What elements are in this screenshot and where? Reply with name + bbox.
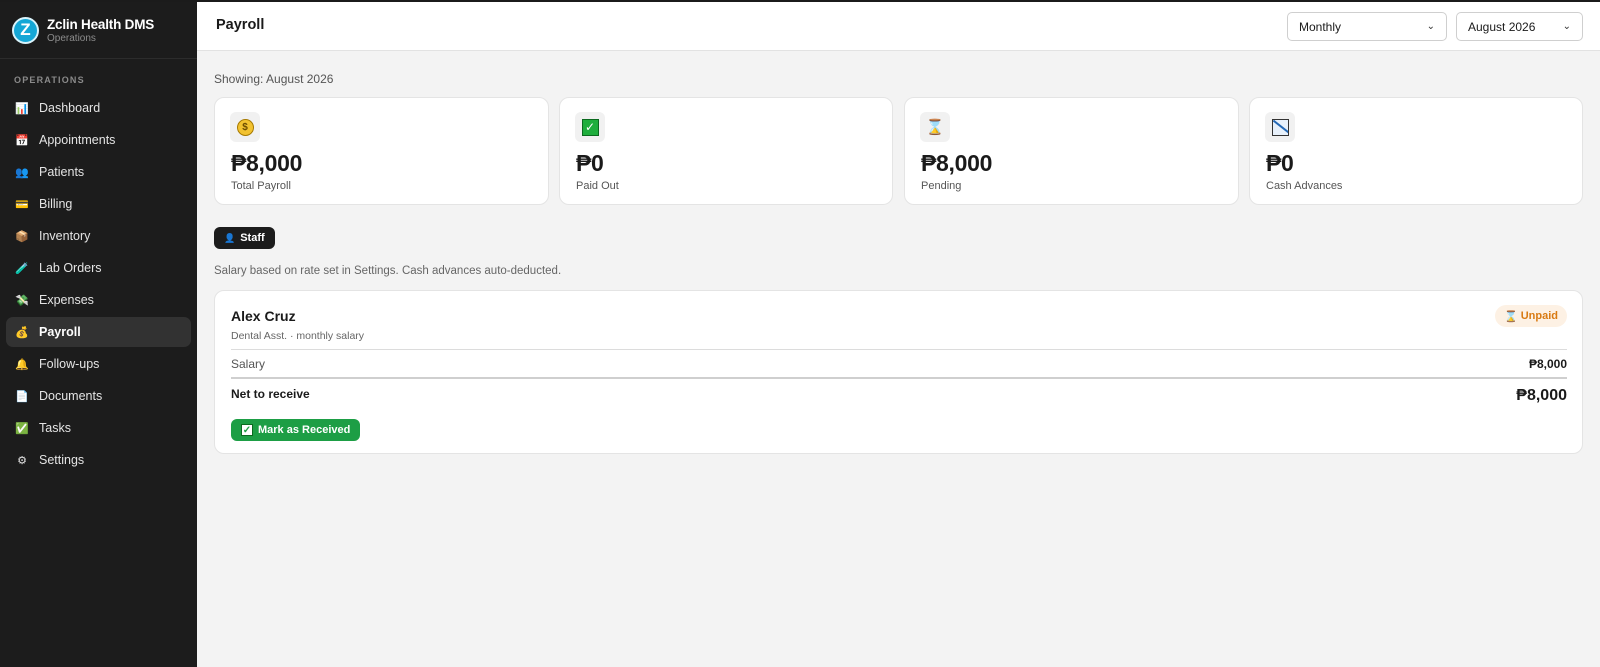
sidebar: Z Zclin Health DMS Operations OPERATIONS…	[0, 2, 197, 667]
status-badge: ⌛ Unpaid	[1495, 305, 1567, 327]
sidebar-section-label: OPERATIONS	[14, 75, 85, 85]
stat-label: Pending	[921, 180, 962, 192]
hourglass-icon: ⌛	[1504, 310, 1518, 323]
sidebar-item-label: Inventory	[39, 229, 91, 243]
sidebar-item-label: Tasks	[39, 421, 71, 435]
sidebar-item-settings[interactable]: ⚙ Settings	[6, 445, 191, 475]
divider	[231, 377, 1567, 379]
sidebar-item-label: Documents	[39, 389, 103, 403]
chevron-down-icon: ⌄	[1426, 21, 1435, 32]
box-icon: 📦	[15, 230, 29, 243]
money-wings-icon: 💸	[15, 294, 29, 307]
sidebar-item-label: Lab Orders	[39, 261, 102, 275]
stat-label: Paid Out	[576, 180, 619, 192]
bell-icon: 🔔	[15, 358, 29, 371]
sidebar-item-dashboard[interactable]: 📊 Dashboard	[6, 93, 191, 123]
brand-name: Zclin Health DMS	[47, 16, 155, 32]
gear-icon: ⚙	[17, 454, 27, 467]
sidebar-item-label: Follow-ups	[39, 357, 100, 371]
check-box-icon: ✅	[15, 422, 29, 435]
divider	[231, 349, 1567, 350]
tab-staff-label: Staff	[240, 232, 265, 244]
person-icon: 👤	[224, 232, 236, 243]
showing-period-label: Showing: August 2026	[214, 72, 334, 86]
stat-label: Cash Advances	[1266, 180, 1343, 192]
money-bag-icon: $	[230, 112, 260, 142]
sidebar-item-inventory[interactable]: 📦 Inventory	[6, 221, 191, 251]
salary-note: Salary based on rate set in Settings. Ca…	[214, 265, 562, 277]
sidebar-item-billing[interactable]: 💳 Billing	[6, 189, 191, 219]
brand-logo-icon: Z	[12, 16, 39, 44]
status-badge-label: Unpaid	[1520, 310, 1558, 322]
sidebar-item-label: Payroll	[39, 325, 81, 339]
stat-value: ₱0	[576, 150, 604, 176]
sidebar-item-label: Dashboard	[39, 101, 101, 115]
sidebar-item-label: Appointments	[39, 133, 116, 147]
brand-subtitle: Operations	[47, 32, 96, 44]
check-box-icon: ✓	[575, 112, 605, 142]
test-tube-icon: 🧪	[15, 262, 29, 275]
stat-card-total-payroll: $ ₱8,000 Total Payroll	[214, 97, 549, 205]
salary-label: Salary	[231, 357, 266, 371]
calendar-icon: 📅	[15, 134, 29, 147]
money-bag-icon: 💰	[15, 326, 29, 339]
sidebar-item-patients[interactable]: 👥 Patients	[6, 157, 191, 187]
hourglass-icon: ⌛	[920, 112, 950, 142]
document-icon: 📄	[15, 390, 29, 403]
stat-value: ₱0	[1266, 150, 1294, 176]
month-select[interactable]: August 2026 ⌄	[1456, 12, 1583, 41]
staff-name: Alex Cruz	[231, 308, 296, 324]
stat-value: ₱8,000	[921, 150, 993, 176]
sidebar-nav: 📊 Dashboard 📅 Appointments 👥 Patients 💳 …	[0, 93, 197, 475]
sidebar-item-expenses[interactable]: 💸 Expenses	[6, 285, 191, 315]
mark-as-received-label: Mark as Received	[258, 424, 351, 436]
net-value: ₱8,000	[1516, 387, 1567, 404]
sidebar-item-label: Expenses	[39, 293, 94, 307]
month-select-value: August 2026	[1468, 19, 1536, 34]
chevron-down-icon: ⌄	[1562, 21, 1571, 32]
stat-label: Total Payroll	[231, 180, 291, 192]
stat-card-cash-advances: ₱0 Cash Advances	[1249, 97, 1583, 205]
stat-value: ₱8,000	[231, 150, 303, 176]
period-select-value: Monthly	[1299, 19, 1342, 34]
sidebar-item-documents[interactable]: 📄 Documents	[6, 381, 191, 411]
page-title: Payroll	[216, 17, 265, 33]
sidebar-item-tasks[interactable]: ✅ Tasks	[6, 413, 191, 443]
sidebar-item-label: Billing	[39, 197, 73, 211]
mark-as-received-button[interactable]: ✓ Mark as Received	[231, 419, 361, 441]
period-select[interactable]: Monthly ⌄	[1287, 12, 1447, 41]
sidebar-item-lab-orders[interactable]: 🧪 Lab Orders	[6, 253, 191, 283]
credit-card-icon: 💳	[15, 198, 29, 211]
salary-value: ₱8,000	[1528, 357, 1567, 371]
topbar: Payroll Monthly ⌄ August 2026 ⌄	[197, 2, 1600, 51]
check-box-icon: ✓	[241, 424, 253, 436]
people-icon: 👥	[15, 166, 29, 179]
stat-card-pending: ⌛ ₱8,000 Pending	[904, 97, 1239, 205]
bar-chart-icon: 📊	[15, 102, 29, 115]
brand[interactable]: Z Zclin Health DMS Operations	[0, 2, 197, 59]
sidebar-item-label: Settings	[39, 453, 85, 467]
sidebar-item-payroll[interactable]: 💰 Payroll	[6, 317, 191, 347]
net-label: Net to receive	[231, 387, 310, 401]
chart-decreasing-icon	[1265, 112, 1295, 142]
sidebar-item-label: Patients	[39, 165, 85, 179]
staff-payroll-card: Alex Cruz Dental Asst. · monthly salary …	[214, 290, 1583, 454]
stat-card-paid-out: ✓ ₱0 Paid Out	[559, 97, 893, 205]
tab-staff[interactable]: 👤 Staff	[214, 227, 275, 249]
sidebar-item-appointments[interactable]: 📅 Appointments	[6, 125, 191, 155]
staff-role: Dental Asst. · monthly salary	[231, 330, 365, 342]
sidebar-item-follow-ups[interactable]: 🔔 Follow-ups	[6, 349, 191, 379]
